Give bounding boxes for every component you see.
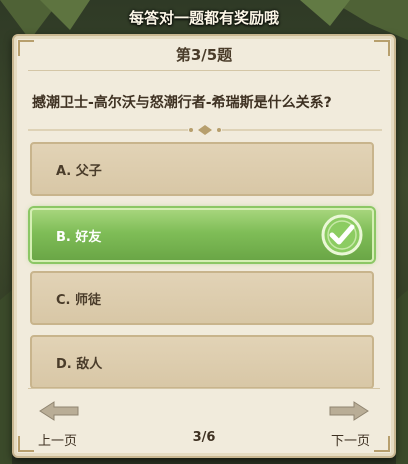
arrow-right-icon[interactable]: [328, 400, 370, 422]
footer-divider: [28, 388, 380, 389]
question-number: 第3/5题: [175, 46, 233, 64]
ornament-divider: [28, 125, 382, 135]
quiz-panel: 第3/5题 撼潮卫士-高尔沃与怒潮行者-希瑞斯是什么关系? A. 父子 B. 好…: [12, 34, 396, 458]
next-page-button[interactable]: 下一页: [331, 430, 370, 449]
answer-option-a[interactable]: A. 父子: [30, 142, 374, 196]
option-label: B. 好友: [56, 229, 102, 245]
divider: [28, 70, 380, 71]
check-circle-icon: [321, 214, 363, 256]
answer-option-b[interactable]: B. 好友: [30, 208, 374, 262]
option-label: C. 师徒: [56, 292, 102, 308]
arrow-left-icon[interactable]: [38, 400, 80, 422]
answer-option-c[interactable]: C. 师徒: [30, 271, 374, 325]
option-label: A. 父子: [56, 163, 102, 179]
reward-banner: 每答对一题都有奖励哦: [128, 8, 279, 27]
question-text: 撼潮卫士-高尔沃与怒潮行者-希瑞斯是什么关系?: [32, 95, 332, 111]
answer-option-d[interactable]: D. 敌人: [30, 335, 374, 389]
option-label: D. 敌人: [56, 356, 103, 372]
